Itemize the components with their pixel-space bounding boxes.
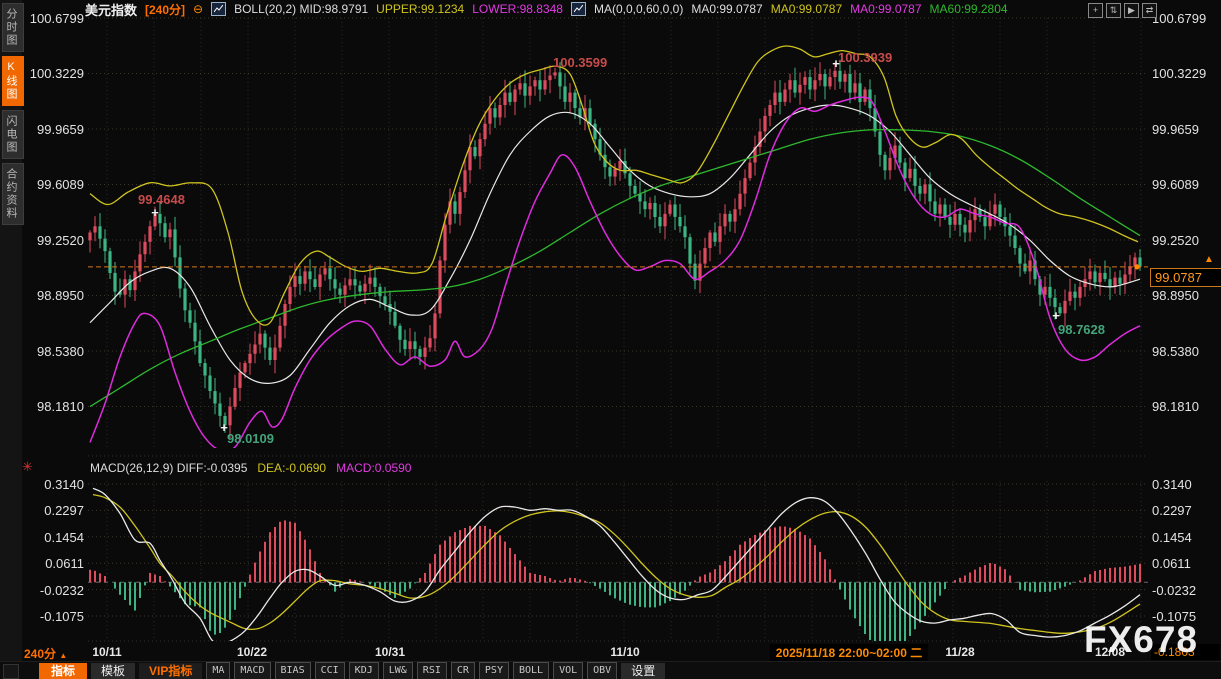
macd-dea-value: DEA:-0.0690 [257, 461, 326, 475]
current-price-box: 99.0787 [1150, 268, 1221, 287]
date-label: 10/11 [92, 645, 121, 659]
price-axis-label: 100.3229 [1152, 66, 1207, 81]
macd-settings-icon[interactable]: ✳ [22, 459, 33, 475]
date-label: 12/08 [1095, 645, 1125, 659]
extreme-cross-marker-icon: + [1052, 308, 1060, 323]
price-axis-label: 99.9659 [1152, 122, 1207, 137]
toolbar-button-ma[interactable]: MA [206, 662, 230, 679]
sidebar-tab-2[interactable]: K线图 [2, 56, 24, 106]
price-axis-label: 98.5380 [1152, 344, 1207, 359]
chart-application: 分时图 K线图闪电图合约资料 美元指数 [240分] ⊖ BOLL(20,2) M… [0, 0, 1221, 679]
high-price-annotation: 100.3939 [838, 50, 892, 65]
toolbar-button-obv[interactable]: OBV [587, 662, 617, 679]
toolbar-button-boll[interactable]: BOLL [513, 662, 549, 679]
price-axis-label: 99.2520 [1152, 233, 1207, 248]
period-label: [240分] [145, 1, 185, 18]
toolbar-button-设置[interactable]: 设置 [621, 663, 665, 679]
low-price-annotation: 98.7628 [1058, 322, 1105, 337]
price-axis-label: 100.6799 [29, 11, 84, 26]
pan-icon[interactable]: + [1088, 3, 1103, 18]
toolbar-button-指标[interactable]: 指标 [39, 663, 87, 679]
price-axis-label: 98.1810 [29, 399, 84, 414]
indicator-header: 美元指数 [240分] ⊖ BOLL(20,2) MID:98.9791 UPP… [85, 1, 1008, 17]
price-axis-label: 100.3229 [29, 66, 84, 81]
date-label: 10/22 [237, 645, 267, 659]
toolbar-button-cci[interactable]: CCI [315, 662, 345, 679]
period-selector[interactable]: 240分 ▲ [24, 645, 67, 662]
selected-bar-time: 2025/11/18 22:00~02:00 二 [770, 644, 928, 661]
collapse-icon[interactable]: ⊖ [193, 2, 203, 16]
price-axis-label: 99.2520 [29, 233, 84, 248]
bottom-toolbar: 指标模板VIP指标MAMACD BIASCCIKDJLW&RSICRPSYBOLL… [0, 661, 1221, 679]
sidebar-tab-4[interactable]: 合约资料 [2, 163, 24, 225]
toolbar-button-psy[interactable]: PSY [479, 662, 509, 679]
macd-header: MACD(26,12,9) DIFF:-0.0395 DEA:-0.0690 M… [90, 461, 411, 475]
price-axis-label: 98.1810 [1152, 399, 1207, 414]
ma0-yellow-value: MA0:99.0787 [771, 2, 842, 16]
price-axis-label: 98.5380 [29, 344, 84, 359]
toolbar-button-macd[interactable]: MACD [234, 662, 270, 679]
toolbar-button-vol[interactable]: VOL [553, 662, 583, 679]
macd-axis-label: -0.0232 [29, 583, 84, 598]
pan-right-icon[interactable]: ⇄ [1142, 3, 1157, 18]
macd-axis-label: 0.3140 [1152, 477, 1207, 492]
ma0-white-value: MA0:99.0787 [691, 2, 762, 16]
sidebar: 分时图 K线图闪电图合约资料 [0, 0, 22, 679]
symbol-title: 美元指数 [85, 0, 137, 19]
macd-axis-label: -0.1075 [29, 609, 84, 624]
macd-axis-label: 0.2297 [1152, 503, 1207, 518]
fit-y-axis-icon[interactable]: ⇅ [1106, 3, 1121, 18]
period-dropdown-arrow-icon: ▲ [59, 651, 67, 660]
boll-indicator-icon[interactable] [211, 2, 226, 16]
chart-canvas[interactable] [0, 0, 1221, 679]
toolbar-button-bias[interactable]: BIAS [275, 662, 311, 679]
boll-lower-value: LOWER:98.8348 [472, 2, 563, 16]
macd-title-diff: MACD(26,12,9) DIFF:-0.0395 [90, 461, 247, 475]
extreme-cross-marker-icon: + [220, 420, 228, 435]
date-label: 10/31 [375, 645, 405, 659]
sidebar-tab-1[interactable]: 分时图 [2, 3, 24, 52]
toolbar-button-vip指标[interactable]: VIP指标 [139, 663, 202, 679]
macd-axis-label: 0.1454 [1152, 530, 1207, 545]
toolbar-button-lw&[interactable]: LW& [383, 662, 413, 679]
macd-axis-label: 0.2297 [29, 503, 84, 518]
price-axis-label: 100.6799 [1152, 11, 1207, 26]
ma0-magenta-value: MA0:99.0787 [850, 2, 921, 16]
low-price-annotation: 98.0109 [227, 431, 274, 446]
extreme-cross-marker-icon: + [151, 205, 159, 220]
toolbar-button-rsi[interactable]: RSI [417, 662, 447, 679]
boll-upper-value: UPPER:99.1234 [376, 2, 464, 16]
price-axis-label: 98.8950 [29, 288, 84, 303]
ma-params: MA(0,0,0,60,0,0) [594, 2, 683, 16]
macd-axis-label: -0.1075 [1152, 609, 1207, 624]
boll-values: BOLL(20,2) MID:98.9791 [234, 2, 368, 16]
price-axis-label: 99.6089 [29, 177, 84, 192]
macd-axis-label: 0.3140 [29, 477, 84, 492]
high-price-annotation: 99.4648 [138, 192, 185, 207]
macd-axis-label: 0.0611 [29, 556, 84, 571]
toolbar-button-kdj[interactable]: KDJ [349, 662, 379, 679]
macd-axis-label: 0.1454 [29, 530, 84, 545]
ma60-value: MA60:99.2804 [930, 2, 1008, 16]
price-up-arrow-icon: ▲ [1204, 254, 1214, 265]
window-tool-icons: +⇅▶⇄ [1088, 3, 1157, 18]
time-axis: 240分 ▲ 2025/11/18 22:00~02:00 二 -0.1803 … [0, 642, 1221, 660]
toolbar-button-模板[interactable]: 模板 [91, 663, 135, 679]
playback-icon[interactable]: ▶ [1124, 3, 1139, 18]
date-label: 11/28 [945, 645, 974, 659]
extreme-cross-marker-icon: + [832, 56, 840, 71]
price-axis-label: 99.6089 [1152, 177, 1207, 192]
price-axis-label: 98.8950 [1152, 288, 1207, 303]
macd-value: MACD:0.0590 [336, 461, 411, 475]
ma-indicator-icon[interactable] [571, 2, 586, 16]
high-price-annotation: 100.3599 [553, 55, 607, 70]
macd-axis-label: 0.0611 [1152, 556, 1207, 571]
sidebar-tab-3[interactable]: 闪电图 [2, 110, 24, 159]
macd-axis-readout: -0.1803 [1151, 644, 1220, 660]
date-label: 11/10 [610, 645, 639, 659]
toolbar-corner-box [3, 664, 19, 679]
toolbar-button-cr[interactable]: CR [451, 662, 475, 679]
macd-axis-label: -0.0232 [1152, 583, 1207, 598]
price-axis-label: 99.9659 [29, 122, 84, 137]
